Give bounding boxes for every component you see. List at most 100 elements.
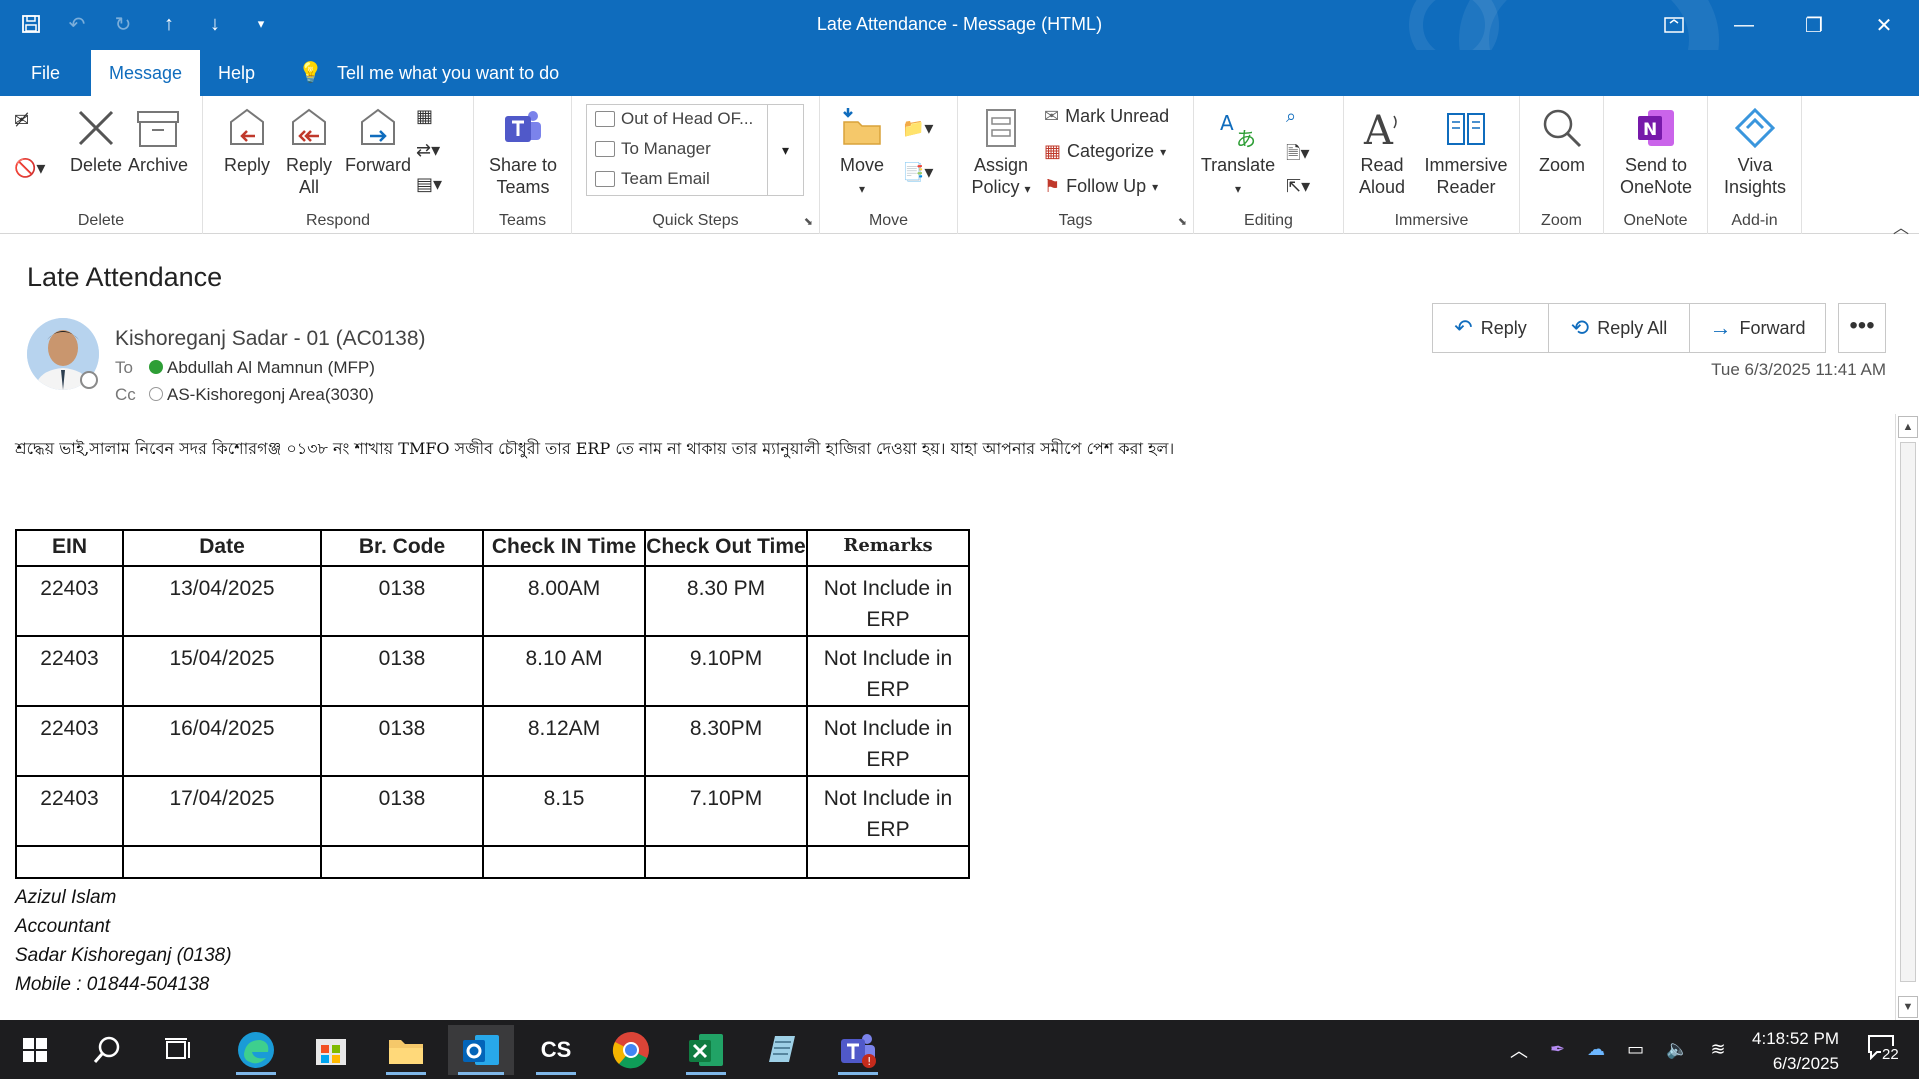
show-hidden-icons-icon[interactable]: ︿ [1510, 1037, 1528, 1063]
ribbon: ✉̸ 🚫▾ Delete Archive Delete Reply Reply … [0, 96, 1919, 237]
wifi-icon[interactable]: ≋ [1711, 1039, 1726, 1060]
menu-file[interactable]: File [31, 50, 60, 96]
read-aloud-button[interactable]: A Read Aloud [1352, 106, 1412, 198]
reply-all-button[interactable]: Reply All [279, 106, 339, 198]
quick-step-label: Team Email [621, 169, 710, 188]
move-folder-icon [843, 108, 881, 145]
header-forward-button[interactable]: → Forward [1690, 304, 1825, 352]
categorize-icon: ▦ [1044, 141, 1062, 161]
svg-text:あ: あ [1236, 127, 1256, 150]
clock[interactable]: 4:18:52 PM 6/3/2025 [1752, 1026, 1839, 1076]
send-to-onenote-button[interactable]: N Send to OneNote [1612, 106, 1700, 198]
pen-icon[interactable]: ✒ [1550, 1039, 1565, 1060]
header-reply-all-button[interactable]: ⟲ Reply All [1549, 304, 1690, 352]
cc-recipient[interactable]: AS-Kishoregonj Area(3030) [167, 385, 374, 404]
delete-icon [78, 110, 114, 146]
store-icon[interactable] [301, 1025, 361, 1075]
forward-button[interactable]: Forward [343, 106, 413, 176]
to-recipient[interactable]: Abdullah Al Mamnun (MFP) [167, 358, 375, 377]
table-header-row: EIN Date Br. Code Check IN Time Check Ou… [15, 529, 970, 567]
table-cell [644, 845, 808, 879]
table-cell [806, 845, 970, 879]
column-header: Remarks [806, 529, 970, 567]
notification-center-icon[interactable]: 22 [1867, 1032, 1907, 1068]
reply-button[interactable]: Reply [217, 106, 277, 176]
minimize-icon[interactable]: — [1709, 0, 1779, 50]
onenote-icon: N [1638, 110, 1674, 146]
archive-label: Archive [128, 155, 189, 175]
signature-line: Azizul Islam [15, 887, 117, 908]
move-button[interactable]: Move ▾ [834, 106, 890, 200]
signature-line: Sadar Kishoreganj (0138) [15, 945, 232, 966]
search-icon[interactable] [77, 1025, 137, 1075]
group-label: Delete [77, 212, 125, 229]
outlook-icon[interactable] [448, 1025, 514, 1075]
assign-label-1: Assign [973, 155, 1029, 175]
related-icon[interactable]: 🗎▾ [1286, 141, 1310, 171]
header-reply-button[interactable]: ↶ Reply [1433, 304, 1549, 352]
more-respond-icon[interactable]: ▤▾ [416, 174, 442, 195]
close-icon[interactable]: ✕ [1849, 0, 1919, 50]
read-label-1: Read [1360, 155, 1404, 175]
sender-name[interactable]: Kishoreganj Sadar - 01 (AC0138) [115, 327, 426, 351]
categorize-button[interactable]: ▦ Categorize ▾ [1044, 141, 1166, 162]
chrome-icon[interactable] [601, 1025, 661, 1075]
scroll-thumb[interactable] [1900, 442, 1916, 982]
zoom-button[interactable]: Zoom [1528, 106, 1596, 176]
translate-button[interactable]: Aあ Translate ▾ [1200, 106, 1276, 200]
mark-unread-button[interactable]: ✉ Mark Unread [1044, 106, 1169, 127]
assign-policy-button[interactable]: Assign Policy ▾ [968, 106, 1034, 200]
quick-steps-expand-icon[interactable]: ▾ [767, 105, 803, 195]
more-actions-button[interactable]: ••• [1838, 303, 1886, 353]
cc-line: Cc AS-Kishoregonj Area(3030) [115, 385, 374, 405]
flag-icon: ⚑ [1044, 176, 1061, 196]
restore-icon[interactable]: ❐ [1779, 0, 1849, 50]
rules-icon[interactable]: 📁▾ [902, 118, 933, 139]
dialog-launcher-icon[interactable]: ⬊ [1178, 215, 1187, 228]
battery-icon[interactable]: ▭ [1627, 1039, 1644, 1060]
archive-button[interactable]: Archive [128, 106, 188, 176]
im-reply-icon[interactable]: ⇄▾ [416, 140, 440, 161]
active-indicator [536, 1072, 576, 1075]
group-label: Zoom [1541, 212, 1582, 229]
scroll-down-icon[interactable]: ▼ [1898, 996, 1918, 1018]
group-label: Editing [1244, 212, 1293, 229]
follow-up-button[interactable]: ⚑ Follow Up ▾ [1044, 176, 1158, 197]
collapse-ribbon-icon[interactable]: ︿ [1893, 214, 1909, 238]
edge-icon[interactable] [226, 1025, 286, 1075]
vertical-scrollbar[interactable]: ▲ ▼ [1895, 414, 1919, 1020]
ignore-icon[interactable]: ✉̸ [14, 110, 29, 131]
share-to-teams-button[interactable]: Share to Teams [480, 106, 566, 198]
volume-icon[interactable]: 🔈 [1666, 1039, 1688, 1060]
ribbon-display-options-icon[interactable] [1639, 0, 1709, 50]
meeting-icon[interactable]: ▦ [416, 106, 433, 127]
tell-me-search[interactable]: Tell me what you want to do [337, 50, 559, 96]
delete-button[interactable]: Delete [68, 106, 124, 176]
onedrive-icon[interactable]: ☁ [1587, 1039, 1605, 1060]
assign-label-2: Policy [971, 177, 1020, 197]
forward-icon [361, 108, 395, 145]
cs-app-icon[interactable]: CS [526, 1025, 586, 1075]
scroll-up-icon[interactable]: ▲ [1898, 416, 1918, 438]
delete-label: Delete [69, 155, 123, 175]
task-view-icon[interactable] [149, 1025, 209, 1075]
immersive-reader-button[interactable]: Immersive Reader [1418, 106, 1514, 198]
menu-help[interactable]: Help [218, 50, 255, 96]
active-indicator [838, 1072, 878, 1075]
table-cell: 17/04/2025 [122, 775, 322, 847]
viva-insights-button[interactable]: Viva Insights [1716, 106, 1794, 198]
signature-line: Mobile : 01844-504138 [15, 974, 210, 995]
reply-label: Reply [223, 155, 271, 175]
column-header: Check IN Time [482, 529, 646, 567]
excel-icon[interactable] [676, 1025, 736, 1075]
table-cell [122, 845, 322, 879]
onenote-move-icon[interactable]: 📑▾ [902, 162, 933, 183]
notepad-icon[interactable] [751, 1025, 811, 1075]
junk-icon[interactable]: 🚫▾ [14, 158, 45, 179]
start-button[interactable] [5, 1025, 65, 1075]
select-icon[interactable]: ⇱▾ [1286, 176, 1310, 197]
find-icon[interactable]: ⌕ [1286, 106, 1296, 127]
menu-message[interactable]: Message [91, 50, 201, 96]
teams-taskbar-icon[interactable]: ! [828, 1025, 888, 1075]
file-explorer-icon[interactable] [376, 1025, 436, 1075]
